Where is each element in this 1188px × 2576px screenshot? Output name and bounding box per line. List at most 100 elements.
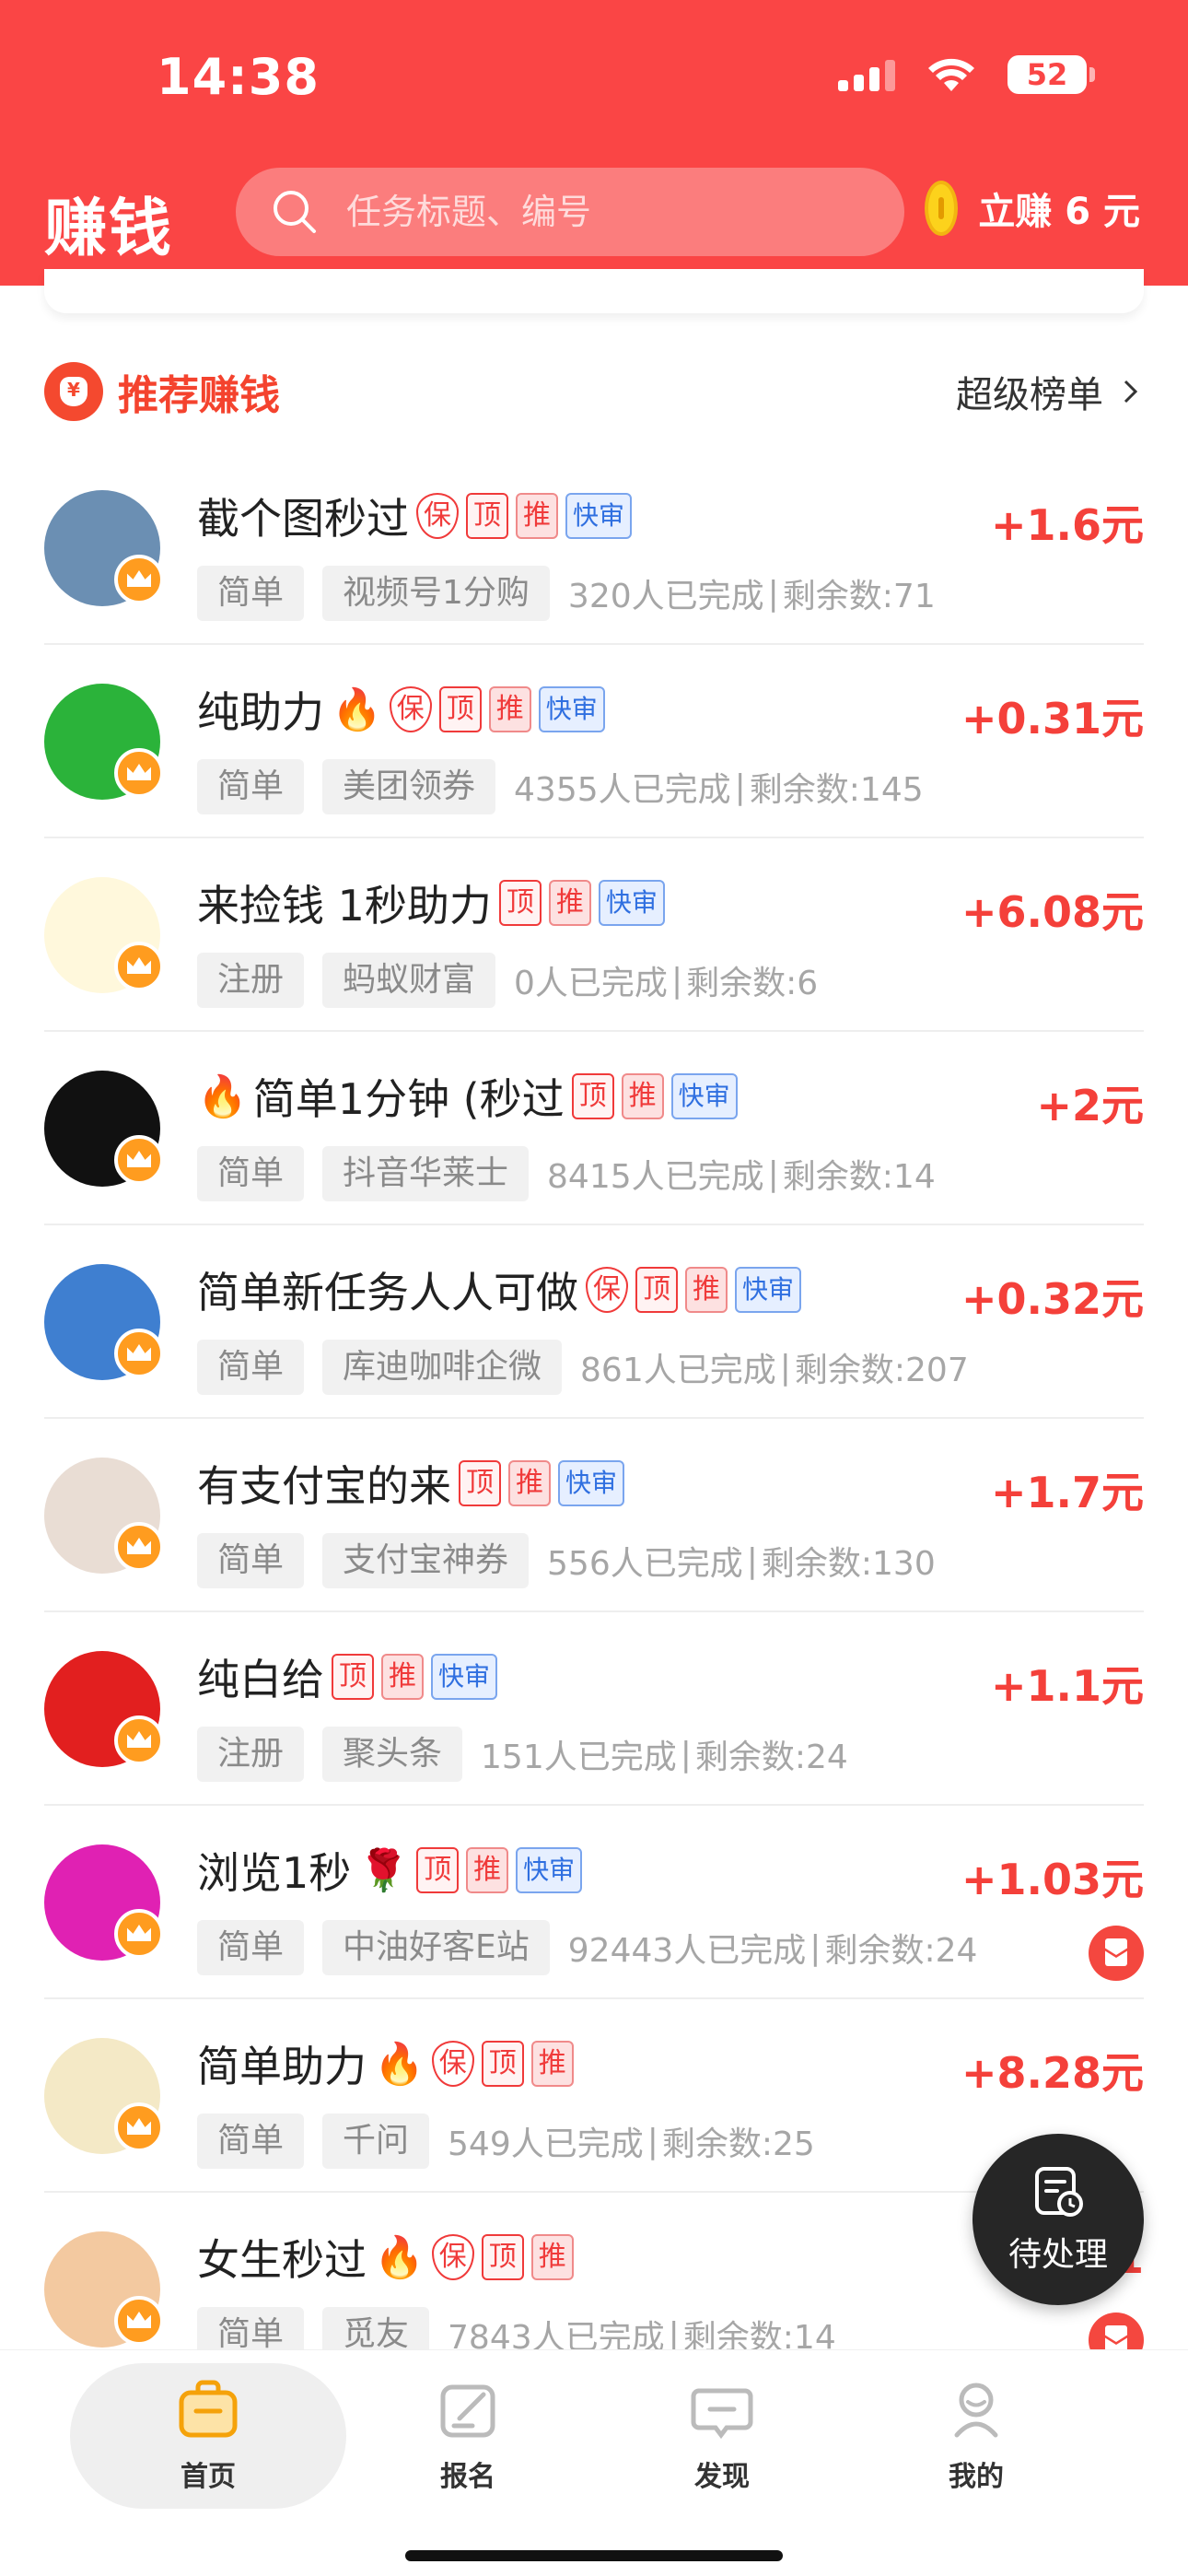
task-title: 来捡钱 1秒助力 (197, 881, 492, 931)
tag-tui: 推 (530, 2041, 574, 2087)
task-title: 简单1分钟 (秒过 (252, 1074, 565, 1124)
task-meta: 注册 蚂蚁财富 0人已完成 | 剩余数:6 (197, 953, 818, 1008)
tab-home[interactable]: 首页 (70, 2363, 346, 2509)
earn-label: 立赚 6 元 (978, 191, 1140, 233)
super-ranking-link[interactable]: 超级榜单 (956, 365, 1144, 418)
completed-count: 8415人已完成 (547, 1158, 764, 1196)
tab-signup-label: 报名 (440, 2461, 495, 2493)
remaining-count: 剩余数:207 (794, 1352, 969, 1389)
app-logo: 赚钱 (44, 193, 174, 265)
tag-ding: 顶 (481, 2041, 524, 2087)
task-meta: 简单 支付宝神券 556人已完成 | 剩余数:130 (197, 1533, 936, 1588)
platform-chip: 视频号1分购 (322, 566, 550, 621)
discover-icon (691, 2388, 753, 2440)
wifi-icon (928, 58, 974, 91)
stat-divider: | (734, 767, 746, 806)
search-bar[interactable] (236, 168, 904, 256)
tag-kuai: 快审 (516, 1847, 583, 1893)
task-item[interactable]: 来捡钱 1秒助力顶推快审 +6.08元 注册 蚂蚁财富 0人已完成 | 剩余数:6 (44, 838, 1144, 1032)
platform-chip: 蚂蚁财富 (322, 953, 496, 1008)
status-icons: 52 (838, 55, 1095, 94)
task-title: 截个图秒过 (197, 494, 409, 544)
task-title-row: 浏览1秒 🌹 顶推快审 (197, 1841, 583, 1900)
task-title-row: 简单助力 🔥 保顶推 (197, 2034, 574, 2093)
platform-chip: 聚头条 (322, 1727, 463, 1782)
earn-button[interactable]: 立赚 6 元 (925, 181, 1140, 236)
remaining-count: 剩余数:24 (694, 1739, 848, 1776)
task-item[interactable]: 纯助力 🔥 保顶推快审 +0.31元 简单 美团领券 4355人已完成 | 剩余数:145 (44, 645, 1144, 838)
remaining-count: 剩余数:71 (782, 578, 936, 615)
title-emoji-icon: 🔥 (332, 686, 382, 733)
task-meta: 注册 聚头条 151人已完成 | 剩余数:24 (197, 1727, 848, 1782)
stat-divider: | (668, 2315, 680, 2350)
tag-tui: 推 (488, 686, 531, 732)
task-item[interactable]: 纯白给顶推快审 +1.1元 注册 聚头条 151人已完成 | 剩余数:24 (44, 1612, 1144, 1806)
tag-ding: 顶 (332, 1654, 374, 1700)
remaining-count: 剩余数:25 (661, 2125, 815, 2163)
profile-icon (954, 2383, 998, 2438)
task-item[interactable]: 有支付宝的来顶推快审 +1.7元 简单 支付宝神券 556人已完成 | 剩余数:130 (44, 1419, 1144, 1612)
task-meta: 简单 美团领券 4355人已完成 | 剩余数:145 (197, 759, 924, 814)
category-chip: 简单 (197, 1340, 305, 1395)
chevron-right-icon (1124, 380, 1138, 404)
search-icon (274, 191, 316, 233)
stat-divider: | (746, 1541, 758, 1580)
task-reward: +0.31元 (961, 694, 1144, 744)
pending-clipboard-icon (1035, 2167, 1083, 2217)
crown-badge-icon (114, 555, 164, 604)
task-item[interactable]: 🔥 简单1分钟 (秒过顶推快审 +2元 简单 抖音华莱士 8415人已完成 | 剩余数:14 (44, 1032, 1144, 1225)
task-reward: +8.28元 (961, 2048, 1144, 2098)
platform-chip: 千问 (322, 2113, 430, 2169)
task-meta: 简单 库迪咖啡企微 861人已完成 | 剩余数:207 (197, 1340, 969, 1395)
section-title: 推荐赚钱 (118, 372, 280, 419)
crown-badge-icon (114, 942, 164, 991)
tab-signup[interactable]: 报名 (330, 2363, 606, 2509)
tag-tui: 推 (516, 493, 558, 539)
remaining-count: 剩余数:14 (682, 2319, 836, 2349)
tag-tui: 推 (466, 1847, 509, 1893)
stat-divider: | (767, 1154, 779, 1193)
tag-kuai: 快审 (538, 686, 605, 732)
crown-badge-icon (114, 1522, 164, 1572)
tab-discover-label: 发现 (694, 2461, 750, 2493)
pending-button[interactable]: 待处理 (973, 2134, 1144, 2305)
completed-count: 556人已完成 (547, 1545, 743, 1583)
remaining-count: 剩余数:14 (782, 1158, 936, 1196)
pending-label: 待处理 (1007, 2236, 1108, 2274)
tag-ding: 顶 (498, 880, 542, 926)
task-reward: +6.08元 (961, 887, 1144, 937)
home-bag-icon (179, 2380, 238, 2438)
category-chip: 注册 (197, 953, 305, 1008)
category-chip: 简单 (197, 759, 305, 814)
crown-badge-icon (114, 1715, 164, 1765)
category-chip: 简单 (197, 1146, 305, 1201)
category-chip: 简单 (197, 566, 305, 621)
platform-chip: 库迪咖啡企微 (322, 1340, 563, 1395)
task-item[interactable]: 简单助力 🔥 保顶推 +8.28元 简单 千问 549人已完成 | 剩余数:25 (44, 1999, 1144, 2193)
task-item[interactable]: 截个图秒过保顶推快审 +1.6元 简单 视频号1分购 320人已完成 | 剩余数:71 (44, 451, 1144, 645)
tab-profile[interactable]: 我的 (838, 2363, 1114, 2509)
title-emoji-icon: 🔥 (197, 1073, 248, 1120)
task-item[interactable]: 简单新任务人人可做保顶推快审 +0.32元 简单 库迪咖啡企微 861人已完成 | 剩余数:… (44, 1225, 1144, 1419)
task-list[interactable]: 截个图秒过保顶推快审 +1.6元 简单 视频号1分购 320人已完成 | 剩余数:71 纯助力… (0, 451, 1188, 2349)
tag-tui: 推 (381, 1654, 424, 1700)
task-item[interactable]: 浏览1秒 🌹 顶推快审 +1.03元 简单 中油好客E站 92443人已完成 | 剩余数:24 (44, 1806, 1144, 1999)
crown-badge-icon (114, 1909, 164, 1959)
task-title-row: 来捡钱 1秒助力顶推快审 (197, 873, 665, 932)
task-reward: +1.1元 (990, 1661, 1144, 1711)
task-reward: +1.7元 (990, 1468, 1144, 1517)
tab-discover[interactable]: 发现 (584, 2363, 860, 2509)
category-chip: 简单 (197, 2113, 305, 2169)
crown-badge-icon (114, 2296, 164, 2346)
search-input[interactable] (346, 192, 862, 232)
task-reward: +1.6元 (990, 500, 1144, 550)
category-chip: 简单 (197, 1533, 305, 1588)
completed-count: 0人已完成 (514, 965, 668, 1002)
tag-ding: 顶 (571, 1073, 614, 1119)
red-packet-icon[interactable] (1089, 1926, 1144, 1981)
task-meta: 简单 觅友 7843人已完成 | 剩余数:14 (197, 2307, 836, 2349)
red-packet-icon[interactable] (1089, 2313, 1144, 2349)
completed-count: 7843人已完成 (448, 2319, 665, 2349)
tab-home-label: 首页 (181, 2461, 236, 2493)
task-meta: 简单 抖音华莱士 8415人已完成 | 剩余数:14 (197, 1146, 936, 1201)
